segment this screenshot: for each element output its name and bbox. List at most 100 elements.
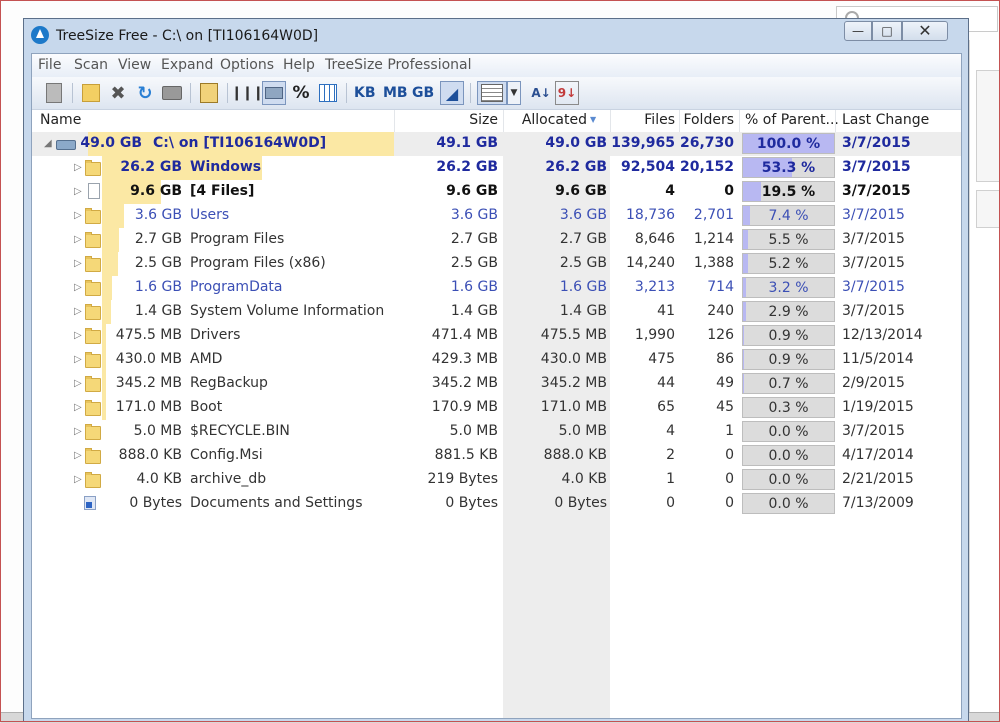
item-size-label: 888.0 KB: [118, 447, 182, 463]
header-size[interactable]: Size: [394, 112, 498, 128]
expand-triangle-icon[interactable]: ▷: [74, 282, 82, 293]
folders-value: 240: [707, 303, 734, 319]
export-button[interactable]: [197, 81, 221, 105]
expand-triangle-icon[interactable]: ▷: [74, 402, 82, 413]
expand-triangle-icon[interactable]: ▷: [74, 474, 82, 485]
folders-value: 45: [716, 399, 734, 415]
percent-bar: 0.0 %: [742, 445, 835, 466]
percent-value: 19.5 %: [761, 184, 816, 200]
maximize-button[interactable]: □: [872, 21, 902, 41]
header-percent-of-parent[interactable]: % of Parent...: [745, 112, 839, 128]
expand-triangle-icon[interactable]: ▷: [74, 426, 82, 437]
tree-row[interactable]: ▷ 4.0 KB archive_db 219 Bytes 4.0 KB 1 0 0.0 % 2…: [32, 468, 961, 492]
grid-icon: [319, 84, 337, 102]
menu-options[interactable]: Options: [220, 57, 274, 73]
item-size-label: 26.2 GB: [120, 159, 182, 175]
grid-view-button[interactable]: [316, 81, 340, 105]
kb-unit-button[interactable]: KB: [354, 85, 376, 101]
percent-button[interactable]: %: [289, 81, 313, 105]
tree-row[interactable]: ▷ 430.0 MB AMD 429.3 MB 430.0 MB 475 86 0.9 % 11…: [32, 348, 961, 372]
item-size-label: 0 Bytes: [129, 495, 182, 511]
tree-row[interactable]: ▷ 1.6 GB ProgramData 1.6 GB 1.6 GB 3,213 714 3.…: [32, 276, 961, 300]
folders-value: 0: [725, 447, 734, 463]
expand-triangle-icon[interactable]: ▷: [74, 330, 82, 341]
triangle-ruler-icon: ◢: [445, 83, 459, 103]
maximize-icon: □: [881, 24, 893, 38]
background-right-panel: [969, 40, 1000, 722]
tree-row[interactable]: ▷ 1.4 GB System Volume Information 1.4 GB 1.…: [32, 300, 961, 324]
folders-value: 0: [725, 471, 734, 487]
size-view-button[interactable]: [262, 81, 286, 105]
header-allocated[interactable]: Allocated: [503, 112, 587, 128]
minimize-button[interactable]: —: [844, 21, 872, 41]
files-value: 8,646: [634, 231, 675, 247]
close-button[interactable]: ✕: [902, 21, 948, 41]
percent-value: 0.0 %: [768, 496, 809, 512]
scan-button[interactable]: [79, 81, 103, 105]
menu-treesize-professional[interactable]: TreeSize Professional: [325, 57, 472, 73]
expand-triangle-icon[interactable]: ▷: [74, 354, 82, 365]
column-view-dropdown[interactable]: ▼: [507, 81, 521, 105]
bar-view-button[interactable]: ❙❙❙: [231, 81, 264, 105]
menu-scan[interactable]: Scan: [74, 57, 108, 73]
stop-button[interactable]: ✖: [106, 81, 130, 105]
expand-triangle-icon[interactable]: ▷: [74, 450, 82, 461]
folder-icon: [85, 280, 101, 296]
auto-unit-button[interactable]: ◢: [440, 81, 464, 105]
select-directory-button[interactable]: [42, 81, 66, 105]
tree-row[interactable]: ▷ 475.5 MB Drivers 471.4 MB 475.5 MB 1,990 126…: [32, 324, 961, 348]
mb-unit-button[interactable]: MB: [383, 85, 408, 101]
percent-value: 0.0 %: [768, 424, 809, 440]
percent-bar: 2.9 %: [742, 301, 835, 322]
allocated-value: 26.2 GB: [545, 159, 607, 175]
sort-by-size-button[interactable]: 9↓: [555, 81, 579, 105]
tree-row[interactable]: ▷ 2.5 GB Program Files (x86) 2.5 GB 2.5 GB 14…: [32, 252, 961, 276]
item-name: ProgramData: [190, 279, 283, 295]
expand-triangle-icon[interactable]: ▷: [74, 378, 82, 389]
item-name: System Volume Information: [190, 303, 385, 319]
percent-value: 2.9 %: [768, 304, 809, 320]
column-view-button[interactable]: [477, 81, 507, 105]
header-files[interactable]: Files: [610, 112, 675, 128]
gb-unit-button[interactable]: GB: [412, 85, 434, 101]
files-value: 475: [648, 351, 675, 367]
size-value: 881.5 KB: [434, 447, 498, 463]
menu-help[interactable]: Help: [283, 57, 315, 73]
menu-file[interactable]: File: [38, 57, 61, 73]
refresh-button[interactable]: ↻: [133, 81, 157, 105]
header-folders[interactable]: Folders: [679, 112, 734, 128]
tree-row[interactable]: ▷ 888.0 KB Config.Msi 881.5 KB 888.0 KB 2 0 0.0…: [32, 444, 961, 468]
collapse-triangle-icon[interactable]: ◢: [44, 138, 52, 149]
title-bar[interactable]: TreeSize Free - C:\ on [TI106164W0D] — □…: [24, 19, 968, 53]
percent-value: 0.9 %: [768, 352, 809, 368]
percent-bar: 3.2 %: [742, 277, 835, 298]
item-name: Program Files: [190, 231, 285, 247]
tree-row[interactable]: 0 Bytes Documents and Settings 0 Bytes 0 By…: [32, 492, 961, 516]
expand-triangle-icon[interactable]: ▷: [74, 234, 82, 245]
files-value: 41: [657, 303, 675, 319]
expand-triangle-icon[interactable]: ▷: [74, 306, 82, 317]
clipboard-icon: [200, 83, 218, 103]
header-last-change[interactable]: Last Change: [842, 112, 929, 128]
tree-row[interactable]: ▷ 171.0 MB Boot 170.9 MB 171.0 MB 65 45 0.3 % 1/…: [32, 396, 961, 420]
tree-row[interactable]: ▷ 3.6 GB Users 3.6 GB 3.6 GB 18,736 2,701 7.4 %…: [32, 204, 961, 228]
tree-row[interactable]: ▷ 9.6 GB [4 Files] 9.6 GB 9.6 GB 4 0 19.5 % 3/7/…: [32, 180, 961, 204]
menu-view[interactable]: View: [118, 57, 151, 73]
expand-triangle-icon[interactable]: ▷: [74, 162, 82, 173]
expand-triangle-icon[interactable]: ▷: [74, 258, 82, 269]
folders-value: 26,730: [679, 135, 734, 151]
tree-row[interactable]: ▷ 26.2 GB Windows 26.2 GB 26.2 GB 92,504 20,15…: [32, 156, 961, 180]
sort-by-name-button[interactable]: A↓: [529, 81, 553, 105]
menu-expand[interactable]: Expand: [161, 57, 213, 73]
header-name[interactable]: Name: [40, 112, 81, 128]
expand-triangle-icon[interactable]: ▷: [74, 186, 82, 197]
tree-row[interactable]: ▷ 2.7 GB Program Files 2.7 GB 2.7 GB 8,646 1,2…: [32, 228, 961, 252]
expand-triangle-icon[interactable]: ▷: [74, 210, 82, 221]
item-name: Drivers: [190, 327, 241, 343]
tree-row[interactable]: ▷ 345.2 MB RegBackup 345.2 MB 345.2 MB 44 49 0.…: [32, 372, 961, 396]
percent-value: 0.0 %: [768, 472, 809, 488]
print-button[interactable]: [160, 81, 184, 105]
tree-row[interactable]: ▷ 5.0 MB $RECYCLE.BIN 5.0 MB 5.0 MB 4 1 0.0 % 3/…: [32, 420, 961, 444]
root-row[interactable]: ◢ 49.0 GB C:\ on [TI106164W0D] 49.1 GB 49.0 …: [32, 132, 961, 156]
header-divider: [835, 110, 836, 132]
